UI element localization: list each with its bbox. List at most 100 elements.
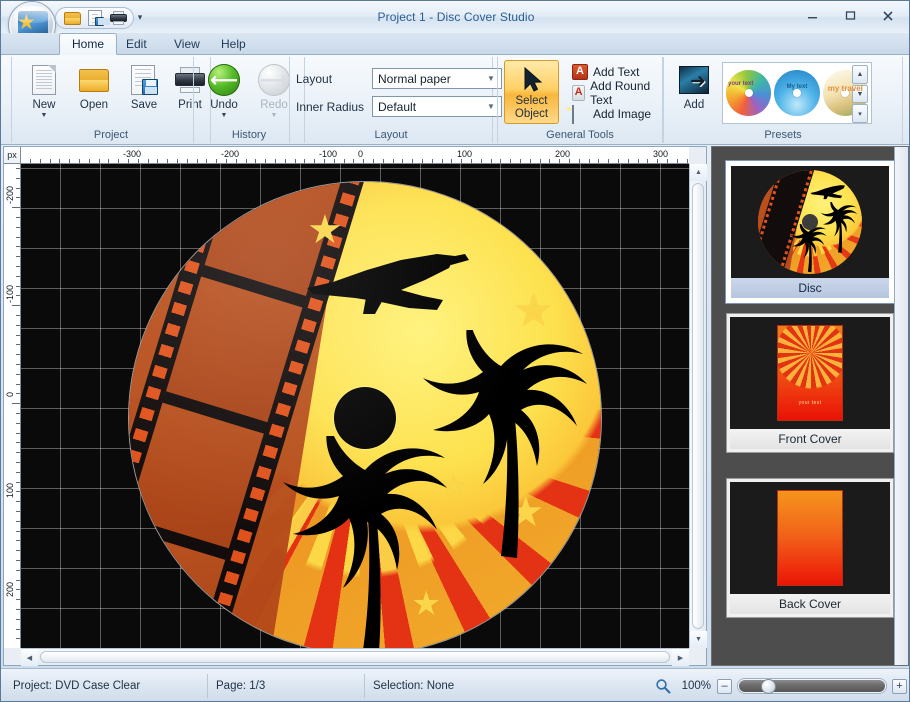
scroll-down-icon[interactable]: ▼ [690, 631, 707, 648]
add-preset-button[interactable]: ➜ Add [668, 60, 720, 124]
redo-button-caret-icon: ▼ [271, 112, 278, 119]
new-button-label: New [32, 99, 55, 111]
ruler-h-label: -100 [319, 149, 337, 159]
preset-gallery[interactable]: your text My text my travel ▲ ▼ ▾ [722, 62, 872, 124]
canvas-horizontal-scrollbar[interactable]: ◀ ▶ [21, 648, 689, 665]
ribbon-group-layout: Layout Normal paper ▼ Inner Radius Defau… [289, 57, 493, 143]
select-object-label-line1: Select [516, 95, 548, 107]
preset-rainbow-text: your text [728, 81, 753, 88]
ribbon-group-project: New ▼ Open Save [11, 57, 211, 143]
ruler-v-label: -200 [5, 186, 15, 204]
zoom-slider-thumb[interactable] [761, 679, 776, 694]
horizontal-scroll-thumb[interactable] [40, 651, 670, 663]
tab-home[interactable]: Home [59, 33, 117, 55]
preset-scroll-up-icon[interactable]: ▲ [852, 65, 868, 84]
page-item-disc[interactable]: Disc [726, 161, 894, 303]
qat-open-icon[interactable] [62, 9, 83, 28]
preset-scroll-buttons: ▲ ▼ ▾ [852, 65, 868, 123]
qat-dropdown-icon[interactable]: ▾ [133, 10, 147, 24]
open-button[interactable]: Open [68, 60, 120, 124]
cursor-arrow-icon [518, 65, 546, 93]
ribbon-tab-strip: Home Edit View Help [1, 33, 910, 55]
redo-arrow-icon: ⟶ [258, 64, 290, 96]
undo-button[interactable]: ⟵ Undo ▼ [198, 60, 250, 124]
redo-button-label: Redo [260, 99, 288, 111]
new-button-caret-icon[interactable]: ▼ [41, 112, 48, 119]
scroll-left-icon[interactable]: ◀ [21, 649, 38, 666]
zoom-slider[interactable] [738, 679, 886, 693]
picture-icon [572, 106, 588, 122]
page-item-back-cover-label: Back Cover [730, 594, 890, 614]
undo-button-label: Undo [210, 99, 238, 111]
status-project: Project: DVD Case Clear [5, 674, 205, 698]
new-button[interactable]: New ▼ [18, 60, 70, 124]
preset-more-icon[interactable]: ▾ [852, 104, 868, 123]
ruler-v-label: -100 [5, 285, 15, 303]
inner-radius-combobox[interactable]: Default ▼ [372, 96, 502, 117]
disc-thumbnail [731, 166, 889, 278]
add-text-label: Add Text [593, 65, 639, 79]
save-button[interactable]: Save [118, 60, 170, 124]
tab-view[interactable]: View [162, 33, 212, 55]
add-round-text-button[interactable]: A Add Round Text [568, 83, 662, 102]
preset-blue-water[interactable]: My text [774, 70, 819, 116]
ribbon-group-project-title: Project [12, 129, 210, 141]
zoom-out-button[interactable]: – [717, 679, 732, 694]
page-item-front-cover-label: Front Cover [730, 429, 890, 449]
layout-field-label: Layout [296, 72, 372, 86]
round-text-a-icon: A [572, 85, 585, 101]
page-item-back-cover[interactable]: Back Cover [726, 478, 894, 618]
maximize-button[interactable] [835, 5, 865, 26]
tab-edit[interactable]: Edit [114, 33, 159, 55]
horizontal-ruler[interactable]: -300 -200 -100 0 100 200 300 [21, 147, 689, 164]
front-cover-text: your text [778, 400, 842, 406]
preset-my-travel-text: my travel [828, 85, 863, 92]
qat-print-icon[interactable] [108, 9, 129, 28]
workspace: px -300 -200 -100 0 100 200 300 -200 -10… [1, 146, 910, 668]
add-image-button[interactable]: Add Image [568, 104, 655, 123]
back-cover-thumbnail [730, 482, 890, 594]
tab-help[interactable]: Help [209, 33, 258, 55]
ruler-h-label: 100 [457, 149, 472, 159]
select-object-button[interactable]: Select Object [504, 60, 559, 124]
ruler-h-label: -300 [123, 149, 141, 159]
scroll-up-icon[interactable]: ▲ [690, 164, 707, 181]
preset-rainbow[interactable]: your text [726, 70, 771, 116]
scrollbar-corner [689, 648, 706, 665]
ribbon-group-history-title: History [194, 129, 304, 141]
scroll-right-icon[interactable]: ▶ [672, 649, 689, 666]
canvas-vertical-scrollbar[interactable]: ▲ ▼ [689, 164, 706, 648]
disc-gloss-overlay [129, 182, 601, 648]
canvas-pane: px -300 -200 -100 0 100 200 300 -200 -10… [3, 146, 707, 666]
page-item-front-cover[interactable]: your text Front Cover [726, 313, 894, 453]
undo-button-caret-icon[interactable]: ▼ [221, 112, 228, 119]
qat-save-icon[interactable] [85, 9, 106, 28]
minimize-button[interactable] [797, 5, 827, 26]
select-object-label-line2: Object [515, 108, 548, 120]
save-button-label: Save [131, 99, 157, 111]
disc-artwork[interactable] [129, 182, 601, 648]
page-item-disc-label: Disc [731, 278, 889, 298]
front-cover-thumbnail: your text [730, 317, 890, 429]
ribbon-group-general-tools-title: General Tools [498, 129, 662, 141]
close-button[interactable] [873, 5, 903, 26]
orb-gloss [14, 6, 52, 23]
vertical-scroll-thumb[interactable] [692, 183, 704, 629]
ruler-h-label: 200 [555, 149, 570, 159]
text-a-icon: A [572, 64, 588, 80]
ruler-unit-label: px [4, 147, 21, 164]
ruler-h-label: -200 [221, 149, 239, 159]
status-bar: Project: DVD Case Clear Page: 1/3 Select… [1, 668, 910, 702]
application-window: Project 1 - Disc Cover Studio [0, 0, 910, 702]
pages-panel-scrollbar[interactable] [894, 147, 908, 666]
undo-arrow-icon: ⟵ [208, 64, 240, 96]
open-button-label: Open [80, 99, 108, 111]
ribbon-group-presets: ➜ Add your text My text my travel [663, 57, 903, 143]
layout-combobox[interactable]: Normal paper ▼ [372, 68, 502, 89]
vertical-ruler[interactable]: -200 -100 0 100 200 [4, 164, 21, 648]
design-canvas[interactable] [21, 164, 689, 648]
ruler-v-label: 0 [5, 392, 15, 397]
add-preset-icon: ➜ [678, 64, 710, 96]
zoom-in-button[interactable]: + [892, 679, 907, 694]
preset-hole [745, 89, 753, 97]
